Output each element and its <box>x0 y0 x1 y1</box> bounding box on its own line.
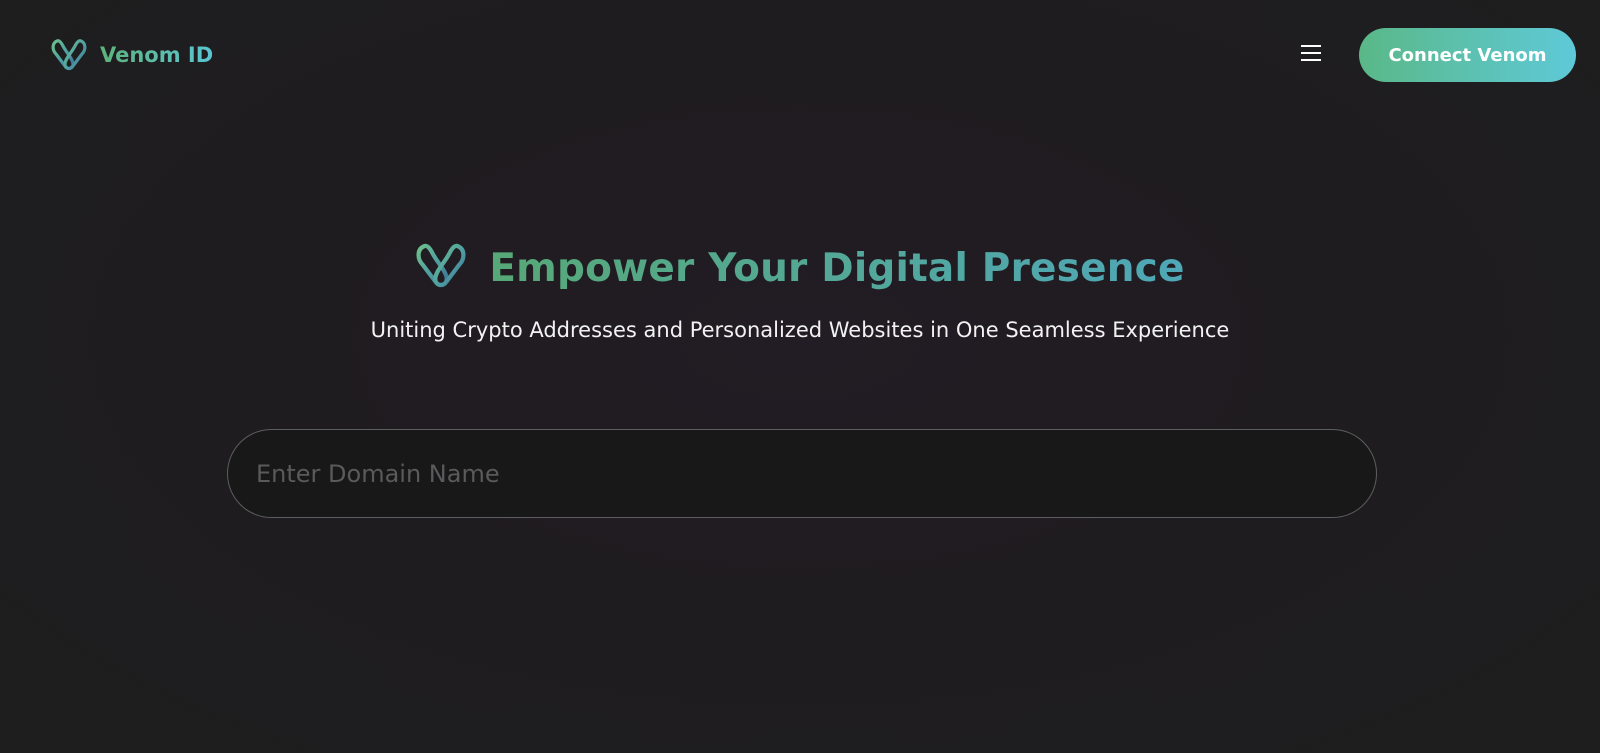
menu-button[interactable] <box>1296 42 1326 68</box>
hero-title-row: Empower Your Digital Presence <box>415 240 1184 296</box>
brand-name: Venom ID <box>100 43 214 67</box>
top-navigation-bar: Venom ID Connect Venom <box>0 0 1600 108</box>
domain-name-input[interactable] <box>227 429 1377 518</box>
hero-subtitle: Uniting Crypto Addresses and Personalize… <box>370 318 1230 342</box>
domain-search-container <box>227 429 1377 518</box>
hamburger-menu-icon <box>1301 44 1321 66</box>
brand-home-link[interactable]: Venom ID <box>51 38 213 72</box>
hero-section: Empower Your Digital Presence Uniting Cr… <box>0 240 1600 342</box>
venom-heart-logo-icon <box>415 242 467 294</box>
hero-title: Empower Your Digital Presence <box>489 245 1185 291</box>
connect-venom-button[interactable]: Connect Venom <box>1359 28 1576 82</box>
venom-heart-logo-icon <box>51 38 87 72</box>
